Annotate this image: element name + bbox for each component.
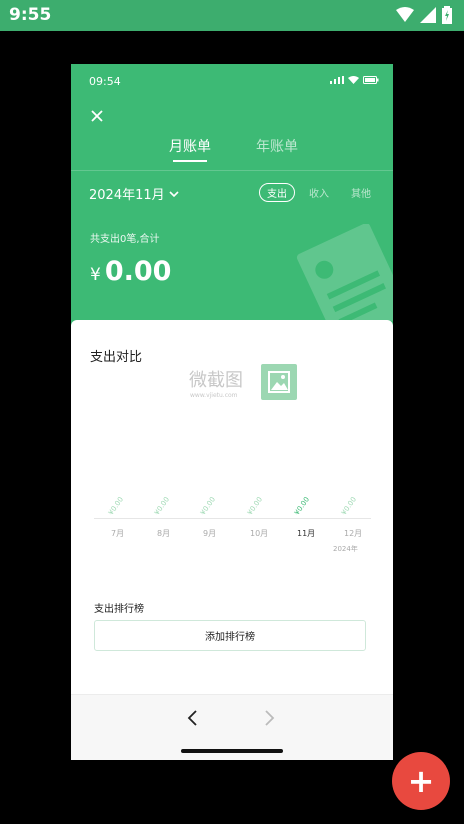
amount-value: 0.00 (104, 256, 172, 287)
month-tick-label[interactable]: 8月 (157, 528, 170, 539)
add-fab-button[interactable]: + (392, 752, 450, 810)
watermark: 微截图 www.vjietu.com (189, 364, 299, 406)
app-clock: 09:54 (89, 75, 121, 88)
plus-icon: + (407, 762, 435, 800)
watermark-url: www.vjietu.com (190, 392, 238, 399)
bill-tabs: 月账单 年账单 (71, 136, 393, 166)
active-tab-indicator (173, 160, 207, 162)
year-tick-label: 2024年 (333, 545, 358, 553)
chevron-down-icon (169, 190, 179, 197)
battery-icon (363, 76, 379, 84)
add-ranking-button[interactable]: 添加排行榜 (94, 620, 366, 651)
chart-axis (94, 518, 371, 519)
wifi-icon (348, 76, 359, 84)
app-status-bar: 09:54 (71, 64, 393, 100)
bar-value-label: ¥0.00 (153, 495, 172, 517)
bar-value-label: ¥0.00 (107, 495, 126, 517)
month-picker-label: 2024年11月 (89, 188, 165, 203)
ranking-title: 支出排行榜 (94, 604, 144, 615)
month-tick-label[interactable]: 9月 (203, 528, 216, 539)
type-income[interactable]: 收入 (309, 185, 329, 200)
month-tick-label[interactable]: 12月 (344, 528, 362, 539)
bar-value-label: ¥0.00 (293, 495, 312, 517)
bar-value-label: ¥0.00 (340, 495, 359, 517)
header-panel: 09:54 月账单 年账单 2024年11月 支出 收入 其他 共支出0笔,合计… (71, 64, 393, 344)
home-indicator[interactable] (181, 749, 283, 753)
close-icon[interactable] (87, 106, 107, 126)
header-divider (71, 170, 393, 171)
battery-icon (442, 6, 452, 24)
month-picker[interactable]: 2024年11月 (89, 184, 179, 203)
signal-icon (420, 7, 436, 23)
signal-bars-icon (330, 76, 344, 84)
system-status-bar: 9:55 (0, 0, 464, 31)
type-expense[interactable]: 支出 (259, 183, 295, 202)
back-chevron-icon[interactable] (185, 709, 201, 727)
type-other[interactable]: 其他 (351, 185, 371, 200)
wifi-icon (396, 7, 414, 22)
forward-chevron-icon[interactable] (261, 709, 277, 727)
watermark-text: 微截图 (189, 370, 243, 391)
image-icon (261, 364, 297, 400)
bar-value-label: ¥0.00 (246, 495, 265, 517)
tab-month-bill[interactable]: 月账单 (169, 136, 211, 156)
total-amount: ¥ 0.00 (90, 256, 171, 287)
bar-value-label: ¥0.00 (199, 495, 218, 517)
type-filter: 支出 收入 其他 (259, 183, 371, 202)
currency-symbol: ¥ (90, 265, 101, 285)
tab-year-bill[interactable]: 年账单 (256, 136, 298, 156)
month-tick-label[interactable]: 10月 (250, 528, 268, 539)
browser-nav-bar (71, 694, 393, 760)
card-title: 支出对比 (90, 350, 143, 365)
expense-bar-chart: ¥0.00 7月 ¥0.00 8月 ¥0.00 9月 ¥0.00 10月 ¥0.00 11月 ¥0.… (71, 470, 393, 570)
system-clock: 9:55 (9, 5, 52, 25)
app-screen: 09:54 月账单 年账单 2024年11月 支出 收入 其他 共支出0笔,合计… (71, 64, 393, 760)
month-tick-label[interactable]: 7月 (111, 528, 124, 539)
month-tick-label[interactable]: 11月 (297, 528, 315, 539)
expense-summary: 共支出0笔,合计 (90, 234, 160, 245)
